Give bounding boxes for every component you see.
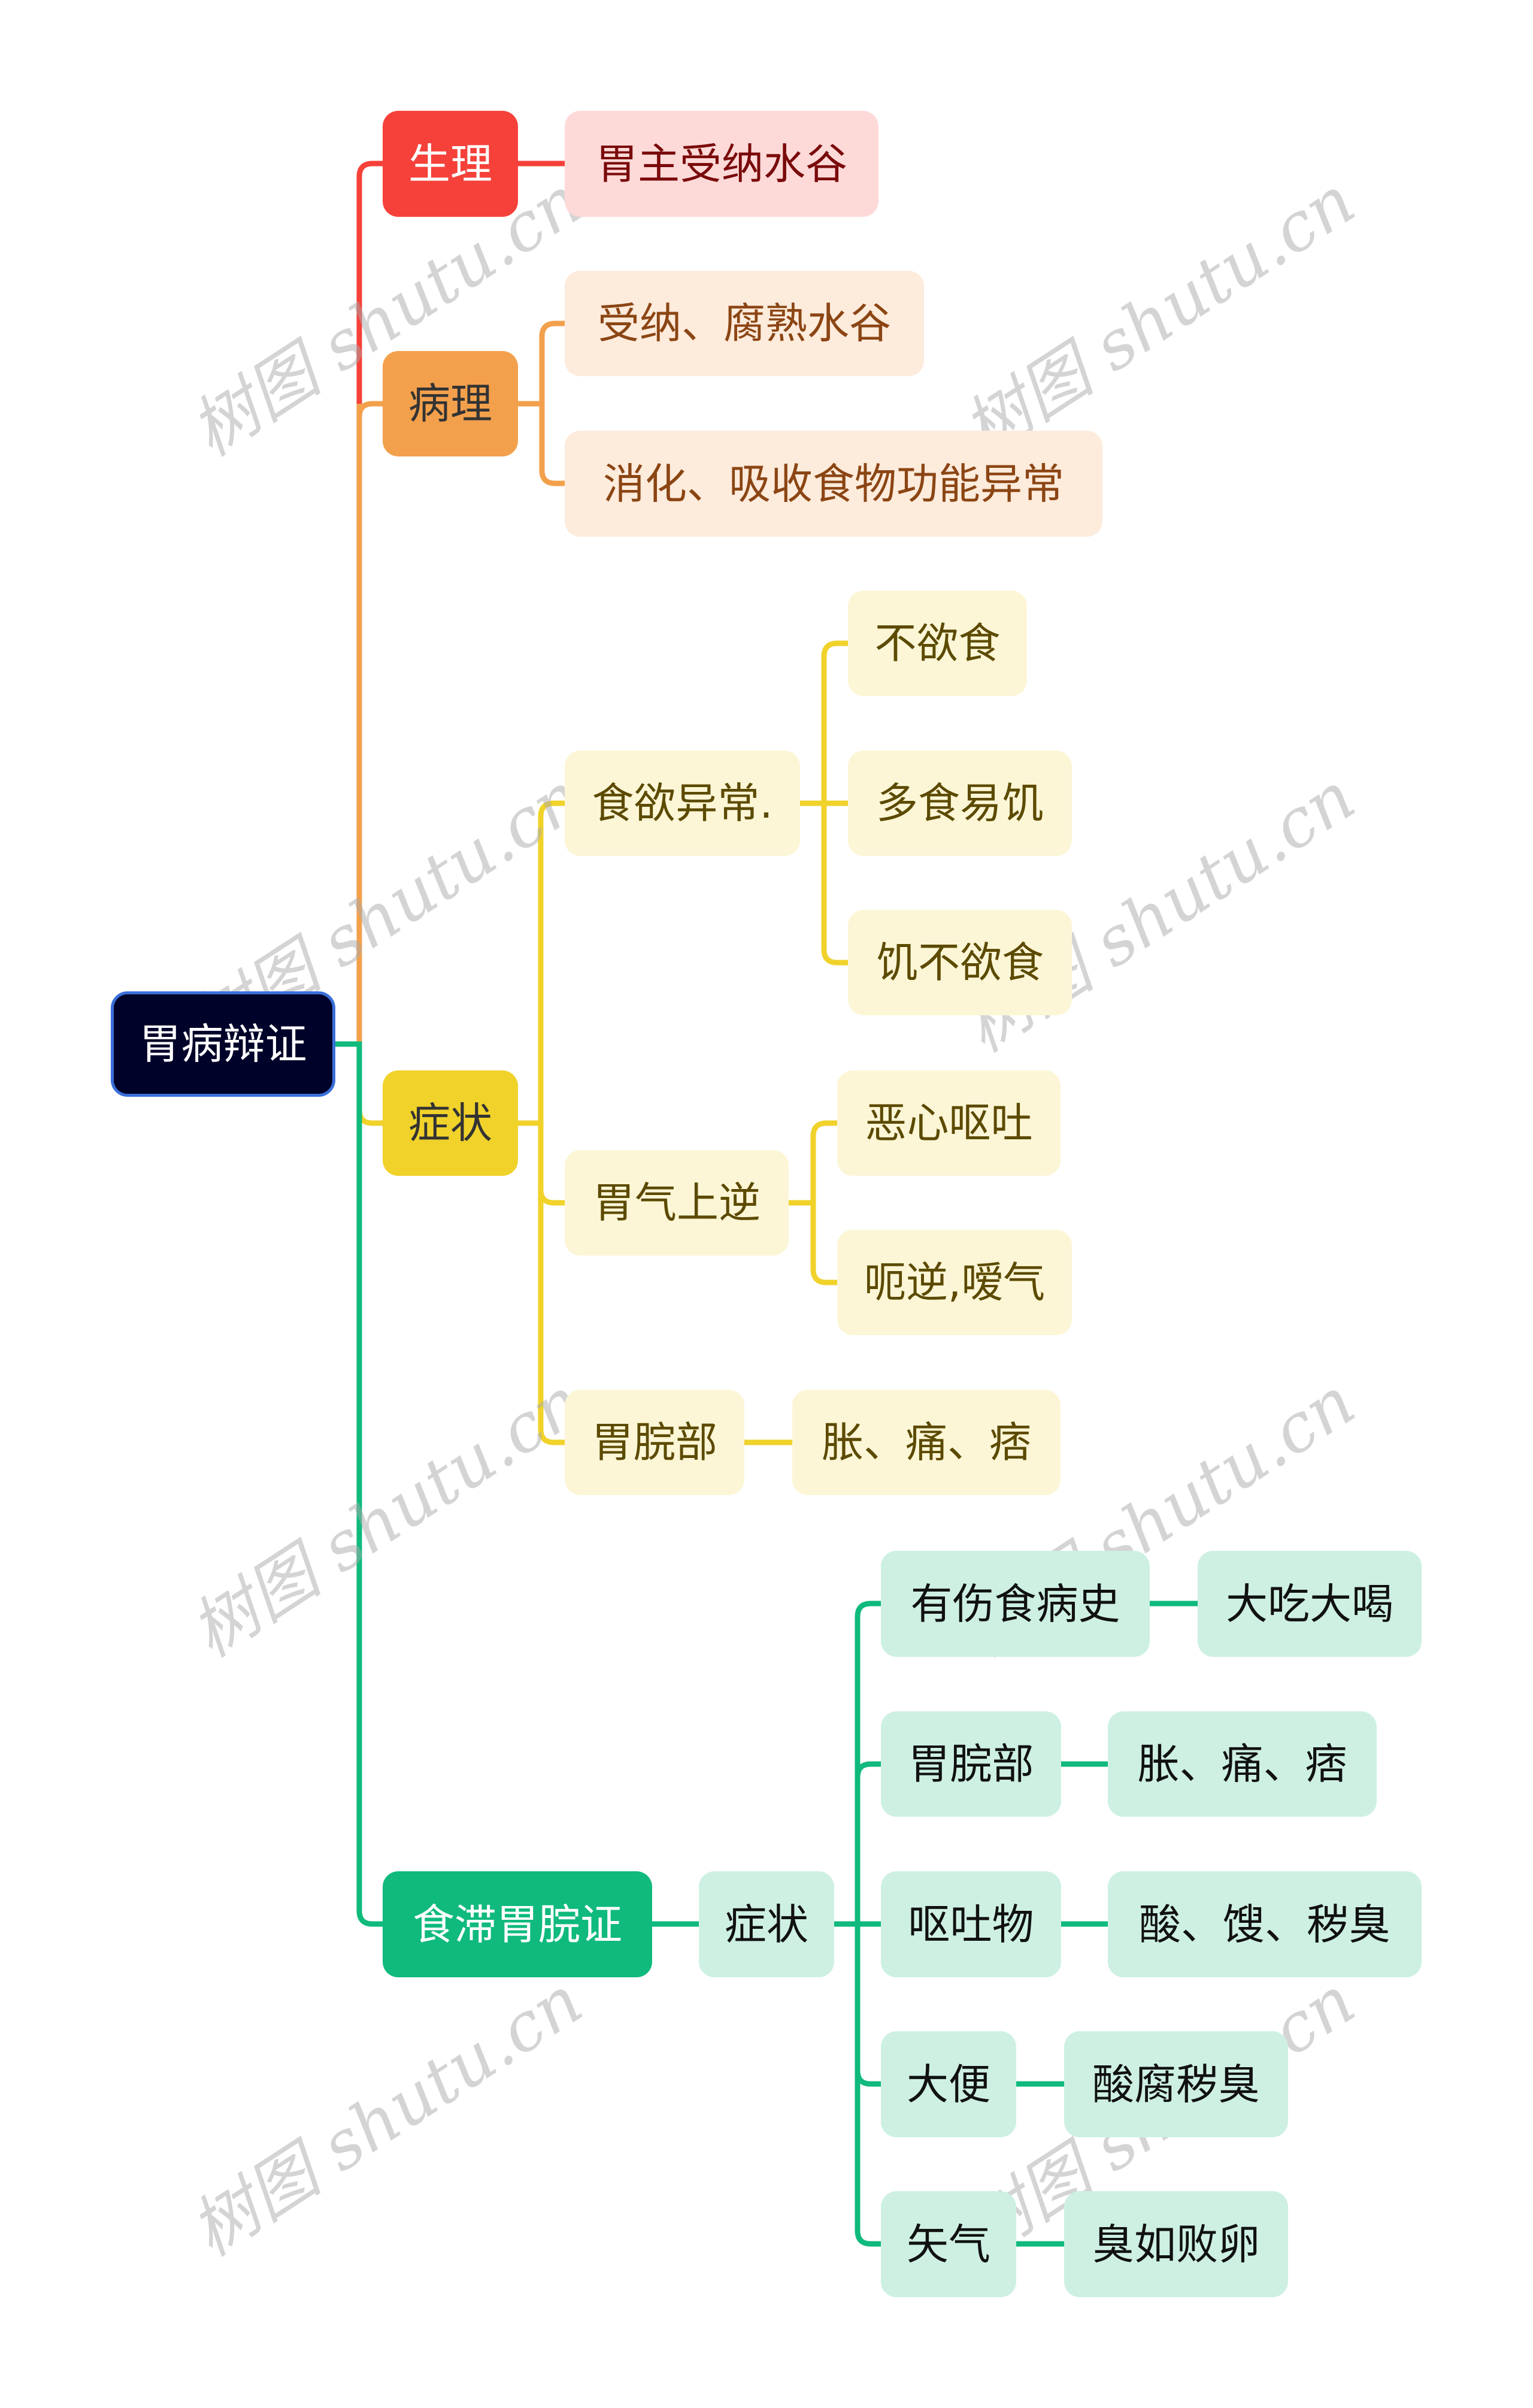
connector-symptom-group: [538, 1123, 565, 1445]
symptom-group-reflux[interactable]: 胃气上逆: [565, 1150, 789, 1256]
stagnation-item[interactable]: 矢气: [881, 2191, 1016, 2297]
pathology-item[interactable]: 受纳、腐熟水谷: [565, 271, 924, 376]
symptom-item[interactable]: 呃逆,嗳气: [837, 1230, 1072, 1335]
symptom-group-epigastrium[interactable]: 胃脘部: [565, 1390, 744, 1495]
branch-pathology[interactable]: 病理: [383, 351, 518, 456]
stagnation-detail[interactable]: 臭如败卵: [1064, 2191, 1288, 2297]
branch-food-stagnation[interactable]: 食滞胃脘证: [383, 1871, 652, 1977]
stagnation-detail[interactable]: 胀、痛、痞: [1108, 1711, 1377, 1817]
pathology-item[interactable]: 消化、吸收食物功能异常: [565, 431, 1102, 537]
symptom-item[interactable]: 胀、痛、痞: [792, 1390, 1061, 1495]
symptom-item[interactable]: 不欲食: [848, 591, 1027, 696]
connector-physiology: [356, 161, 383, 1044]
physiology-item[interactable]: 胃主受纳水谷: [565, 111, 878, 217]
stagnation-item[interactable]: 胃脘部: [881, 1711, 1061, 1817]
connector-pathology-item: [539, 320, 565, 404]
connector-symptoms: [356, 1044, 383, 1126]
connector-symptom-group: [538, 800, 565, 1123]
stagnation-detail[interactable]: 大吃大喝: [1198, 1551, 1422, 1657]
symptom-group-appetite[interactable]: 食欲异常.: [565, 751, 800, 856]
stagnation-detail[interactable]: 酸腐秽臭: [1064, 2031, 1288, 2137]
connector-pathology-item: [539, 404, 565, 486]
connector-symptom-item: [810, 1120, 837, 1203]
connector-symptom-item: [810, 1203, 837, 1285]
stagnation-item[interactable]: 大便: [881, 2031, 1016, 2137]
branch-physiology[interactable]: 生理: [383, 111, 518, 217]
connector-symptom-item: [821, 640, 848, 803]
connector-pathology: [356, 401, 383, 1044]
stagnation-item[interactable]: 有伤食病史: [881, 1551, 1150, 1657]
stagnation-item[interactable]: 呕吐物: [881, 1871, 1061, 1977]
food-stagnation-symptoms[interactable]: 症状: [699, 1871, 834, 1977]
branch-symptoms[interactable]: 症状: [383, 1070, 518, 1176]
symptom-item[interactable]: 恶心呕吐: [837, 1070, 1061, 1176]
symptom-item[interactable]: 饥不欲食: [848, 910, 1072, 1015]
connector-stagnation-item: [855, 1761, 881, 1924]
symptom-item[interactable]: 多食易饥: [848, 751, 1072, 856]
connector-symptom-group: [538, 1123, 565, 1206]
connector-food-stagnation: [356, 1044, 383, 1927]
root-topic[interactable]: 胃病辩证: [111, 991, 335, 1097]
connector-stagnation-item: [855, 1924, 881, 2087]
connector-symptom-item: [821, 803, 848, 966]
stagnation-detail[interactable]: 酸、馊、秽臭: [1108, 1871, 1422, 1977]
